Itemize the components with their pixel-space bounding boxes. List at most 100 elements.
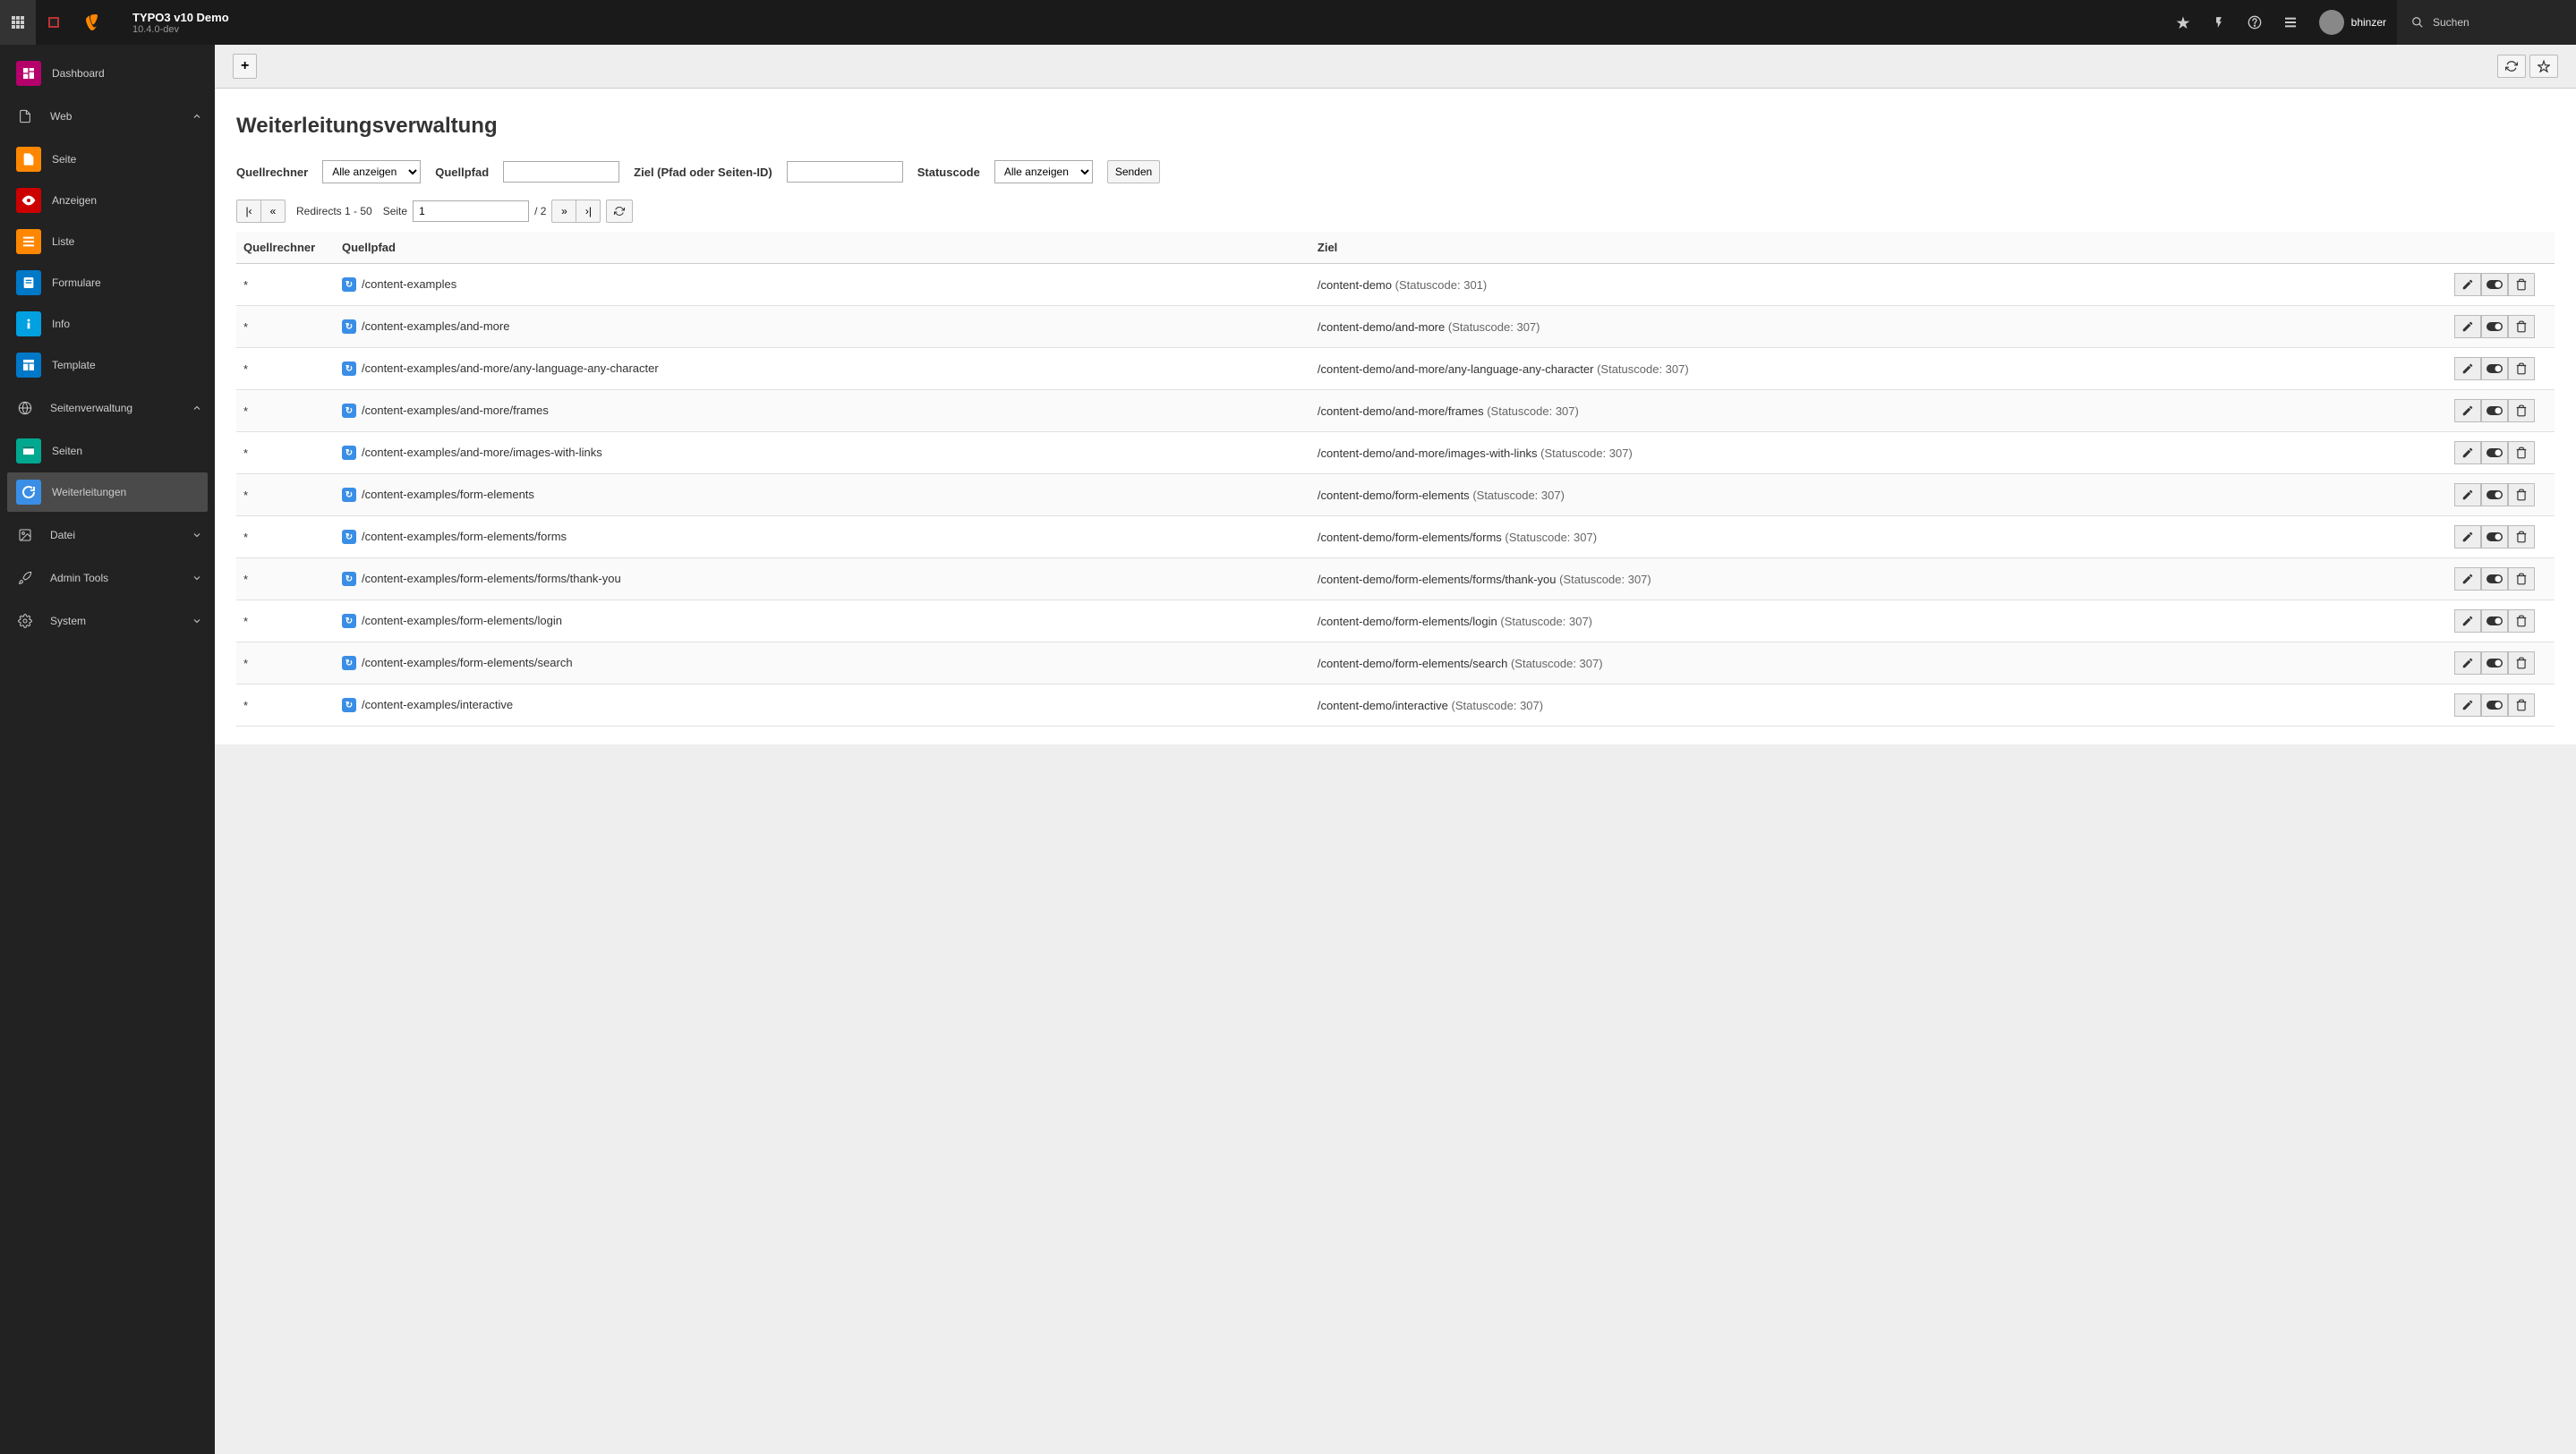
- group-file[interactable]: Datei: [0, 514, 215, 557]
- cell-path: ↻/content-examples/interactive: [335, 684, 1310, 727]
- group-admin[interactable]: Admin Tools: [0, 557, 215, 599]
- delete-button[interactable]: [2508, 315, 2535, 338]
- edit-button[interactable]: [2454, 273, 2481, 296]
- delete-button[interactable]: [2508, 441, 2535, 464]
- module-forms[interactable]: Formulare: [7, 263, 208, 302]
- toggle-button[interactable]: [2481, 441, 2508, 464]
- reload-button[interactable]: [2497, 55, 2526, 78]
- path-text[interactable]: /content-examples/and-more: [362, 319, 509, 333]
- group-web[interactable]: Web: [0, 95, 215, 138]
- user-menu[interactable]: bhinzer: [2308, 0, 2397, 45]
- path-text[interactable]: /content-examples/form-elements: [362, 488, 534, 501]
- delete-button[interactable]: [2508, 693, 2535, 717]
- app-list-icon[interactable]: [2273, 0, 2308, 45]
- target-text[interactable]: /content-demo/form-elements/login: [1318, 615, 1497, 628]
- edit-button[interactable]: [2454, 567, 2481, 591]
- target-text[interactable]: /content-demo: [1318, 278, 1392, 292]
- page-last-button[interactable]: ›|: [576, 200, 601, 223]
- page-reload-button[interactable]: [606, 200, 633, 223]
- toggle-button[interactable]: [2481, 567, 2508, 591]
- page-first-button[interactable]: |‹: [236, 200, 261, 223]
- path-text[interactable]: /content-examples/form-elements/login: [362, 614, 562, 627]
- path-text[interactable]: /content-examples: [362, 277, 456, 291]
- cell-host: *: [236, 432, 335, 474]
- delete-button[interactable]: [2508, 273, 2535, 296]
- path-text[interactable]: /content-examples/form-elements/forms/th…: [362, 572, 621, 585]
- path-text[interactable]: /content-examples/form-elements/search: [362, 656, 573, 669]
- app-modules-icon[interactable]: [0, 0, 36, 45]
- filter-status-select[interactable]: Alle anzeigen: [994, 160, 1093, 183]
- filter-bar: Quellrechner Alle anzeigen Quellpfad Zie…: [236, 160, 2555, 183]
- delete-button[interactable]: [2508, 483, 2535, 506]
- toggle-button[interactable]: [2481, 315, 2508, 338]
- target-text[interactable]: /content-demo/and-more/images-with-links: [1318, 446, 1538, 460]
- delete-button[interactable]: [2508, 399, 2535, 422]
- toggle-button[interactable]: [2481, 693, 2508, 717]
- edit-button[interactable]: [2454, 441, 2481, 464]
- target-text[interactable]: /content-demo/and-more/frames: [1318, 404, 1484, 418]
- cell-path: ↻/content-examples/and-more/any-language…: [335, 348, 1310, 390]
- path-text[interactable]: /content-examples/form-elements/forms: [362, 530, 567, 543]
- page-prev-button[interactable]: «: [260, 200, 286, 223]
- module-page[interactable]: Seite: [7, 140, 208, 179]
- page-next-button[interactable]: »: [551, 200, 576, 223]
- path-text[interactable]: /content-examples/and-more/frames: [362, 404, 549, 417]
- edit-button[interactable]: [2454, 525, 2481, 548]
- target-text[interactable]: /content-demo/interactive: [1318, 699, 1448, 712]
- edit-button[interactable]: [2454, 315, 2481, 338]
- pagination-page-input[interactable]: [413, 200, 529, 222]
- target-text[interactable]: /content-demo/and-more/any-language-any-…: [1318, 362, 1594, 376]
- delete-button[interactable]: [2508, 567, 2535, 591]
- toggle-button[interactable]: [2481, 525, 2508, 548]
- file-icon: [13, 104, 38, 129]
- list-icon: [16, 229, 41, 254]
- module-view[interactable]: Anzeigen: [7, 181, 208, 220]
- cell-path: ↻/content-examples/form-elements/search: [335, 642, 1310, 684]
- filter-submit-button[interactable]: Senden: [1107, 160, 1160, 183]
- target-text[interactable]: /content-demo/form-elements/forms: [1318, 531, 1502, 544]
- edit-button[interactable]: [2454, 651, 2481, 675]
- target-text[interactable]: /content-demo/form-elements/forms/thank-…: [1318, 573, 1557, 586]
- path-text[interactable]: /content-examples/and-more/any-language-…: [362, 361, 659, 375]
- delete-button[interactable]: [2508, 609, 2535, 633]
- module-list[interactable]: Liste: [7, 222, 208, 261]
- module-template[interactable]: Template: [7, 345, 208, 385]
- filter-path-input[interactable]: [503, 161, 619, 183]
- path-text[interactable]: /content-examples/interactive: [362, 698, 513, 711]
- target-text[interactable]: /content-demo/and-more: [1318, 320, 1445, 334]
- search-input[interactable]: Suchen: [2397, 0, 2576, 45]
- edit-button[interactable]: [2454, 609, 2481, 633]
- status-code: (Statuscode: 307): [1451, 699, 1543, 712]
- bookmark-button[interactable]: [2529, 55, 2558, 78]
- edit-button[interactable]: [2454, 357, 2481, 380]
- new-record-button[interactable]: +: [233, 54, 257, 79]
- toggle-button[interactable]: [2481, 651, 2508, 675]
- toggle-button[interactable]: [2481, 609, 2508, 633]
- clear-cache-icon[interactable]: [36, 0, 72, 45]
- flash-icon[interactable]: [2201, 0, 2237, 45]
- bookmark-icon[interactable]: [2165, 0, 2201, 45]
- path-text[interactable]: /content-examples/and-more/images-with-l…: [362, 446, 602, 459]
- forms-icon: [16, 270, 41, 295]
- edit-button[interactable]: [2454, 693, 2481, 717]
- edit-button[interactable]: [2454, 399, 2481, 422]
- module-dashboard[interactable]: Dashboard: [7, 54, 208, 93]
- toggle-button[interactable]: [2481, 399, 2508, 422]
- toggle-button[interactable]: [2481, 483, 2508, 506]
- delete-button[interactable]: [2508, 651, 2535, 675]
- group-system[interactable]: System: [0, 599, 215, 642]
- module-redirects[interactable]: Weiterleitungen: [7, 472, 208, 512]
- filter-host-select[interactable]: Alle anzeigen: [322, 160, 421, 183]
- toggle-button[interactable]: [2481, 273, 2508, 296]
- help-icon[interactable]: [2237, 0, 2273, 45]
- target-text[interactable]: /content-demo/form-elements/search: [1318, 657, 1507, 670]
- toggle-button[interactable]: [2481, 357, 2508, 380]
- target-text[interactable]: /content-demo/form-elements: [1318, 489, 1470, 502]
- group-site[interactable]: Seitenverwaltung: [0, 387, 215, 429]
- delete-button[interactable]: [2508, 525, 2535, 548]
- edit-button[interactable]: [2454, 483, 2481, 506]
- module-info[interactable]: Info: [7, 304, 208, 344]
- delete-button[interactable]: [2508, 357, 2535, 380]
- filter-target-input[interactable]: [787, 161, 903, 183]
- module-sites[interactable]: Seiten: [7, 431, 208, 471]
